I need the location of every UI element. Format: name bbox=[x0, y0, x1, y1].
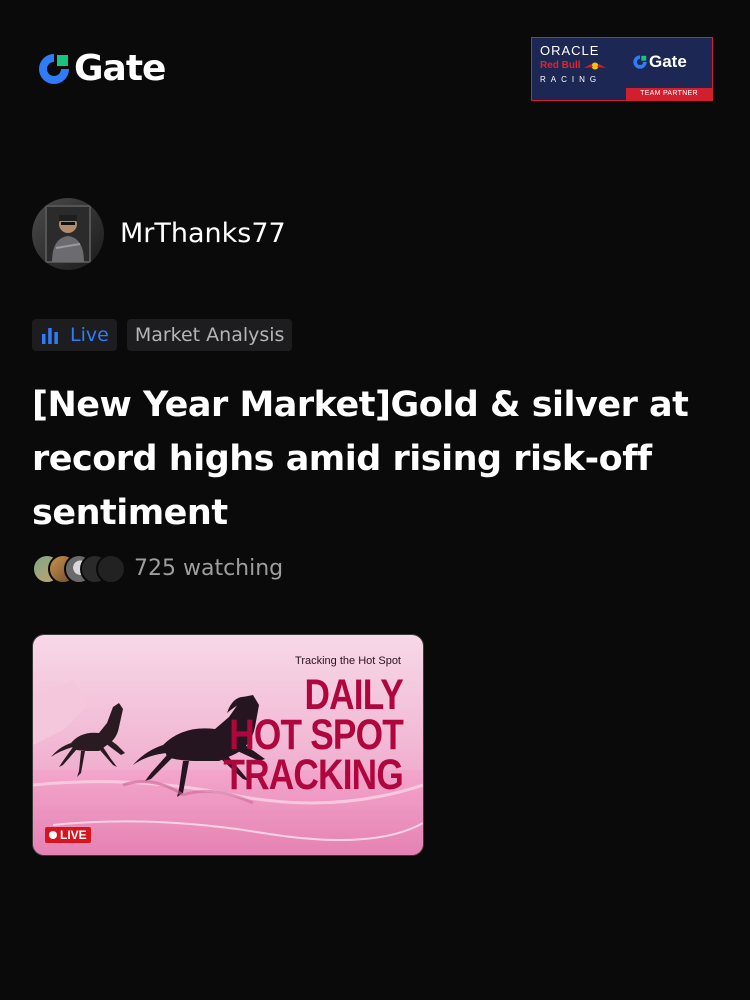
category-tag-label: Market Analysis bbox=[134, 324, 285, 346]
stream-subtitle: Tracking the Hot Spot bbox=[295, 655, 401, 667]
live-dot-icon bbox=[49, 831, 57, 839]
live-tag-label: Live bbox=[70, 324, 109, 346]
author-name[interactable]: MrThanks77 bbox=[120, 218, 286, 250]
stream-headline-line: DAILY bbox=[304, 671, 404, 719]
partner-gate-text: Gate bbox=[649, 52, 687, 71]
oracle-text: ORACLE bbox=[540, 43, 600, 58]
watching-count: 725 watching bbox=[134, 556, 284, 581]
live-badge-label: LIVE bbox=[60, 828, 87, 842]
live-badge: LIVE bbox=[45, 827, 91, 843]
user-avatar[interactable] bbox=[32, 198, 104, 270]
viewer-avatars bbox=[32, 554, 126, 584]
gate-logo-icon bbox=[39, 54, 69, 84]
author-row[interactable]: MrThanks77 bbox=[32, 198, 286, 270]
team-partner-label: TEAM PARTNER bbox=[626, 88, 712, 100]
gate-logo[interactable]: Gate bbox=[36, 48, 166, 89]
gate-logo-icon bbox=[633, 55, 647, 69]
racing-text: RACING bbox=[540, 75, 602, 84]
stream-headline-line: HOT SPOT bbox=[229, 711, 403, 759]
stream-headline-line: TRACKING bbox=[223, 751, 403, 799]
bull-icon bbox=[583, 62, 606, 70]
live-tag[interactable]: Live bbox=[32, 319, 117, 351]
viewer-avatar bbox=[96, 554, 126, 584]
bar-chart-icon bbox=[42, 328, 58, 344]
gate-logo-text: Gate bbox=[74, 48, 166, 89]
post-title: [New Year Market]Gold & silver at record… bbox=[32, 385, 689, 533]
stream-headline: DAILY HOT SPOT TRACKING bbox=[223, 671, 404, 799]
tag-row: Live Market Analysis bbox=[32, 319, 302, 351]
team-partner-badge: ORACLE Red Bull RACING Gate TEAM PARTNER bbox=[531, 37, 713, 101]
category-tag[interactable]: Market Analysis bbox=[126, 319, 293, 351]
watching-row: 725 watching bbox=[32, 552, 283, 586]
redbull-text: Red Bull bbox=[540, 60, 581, 71]
live-stream-card[interactable]: Tracking the Hot Spot DAILY HOT SPOT TRA… bbox=[32, 634, 424, 856]
